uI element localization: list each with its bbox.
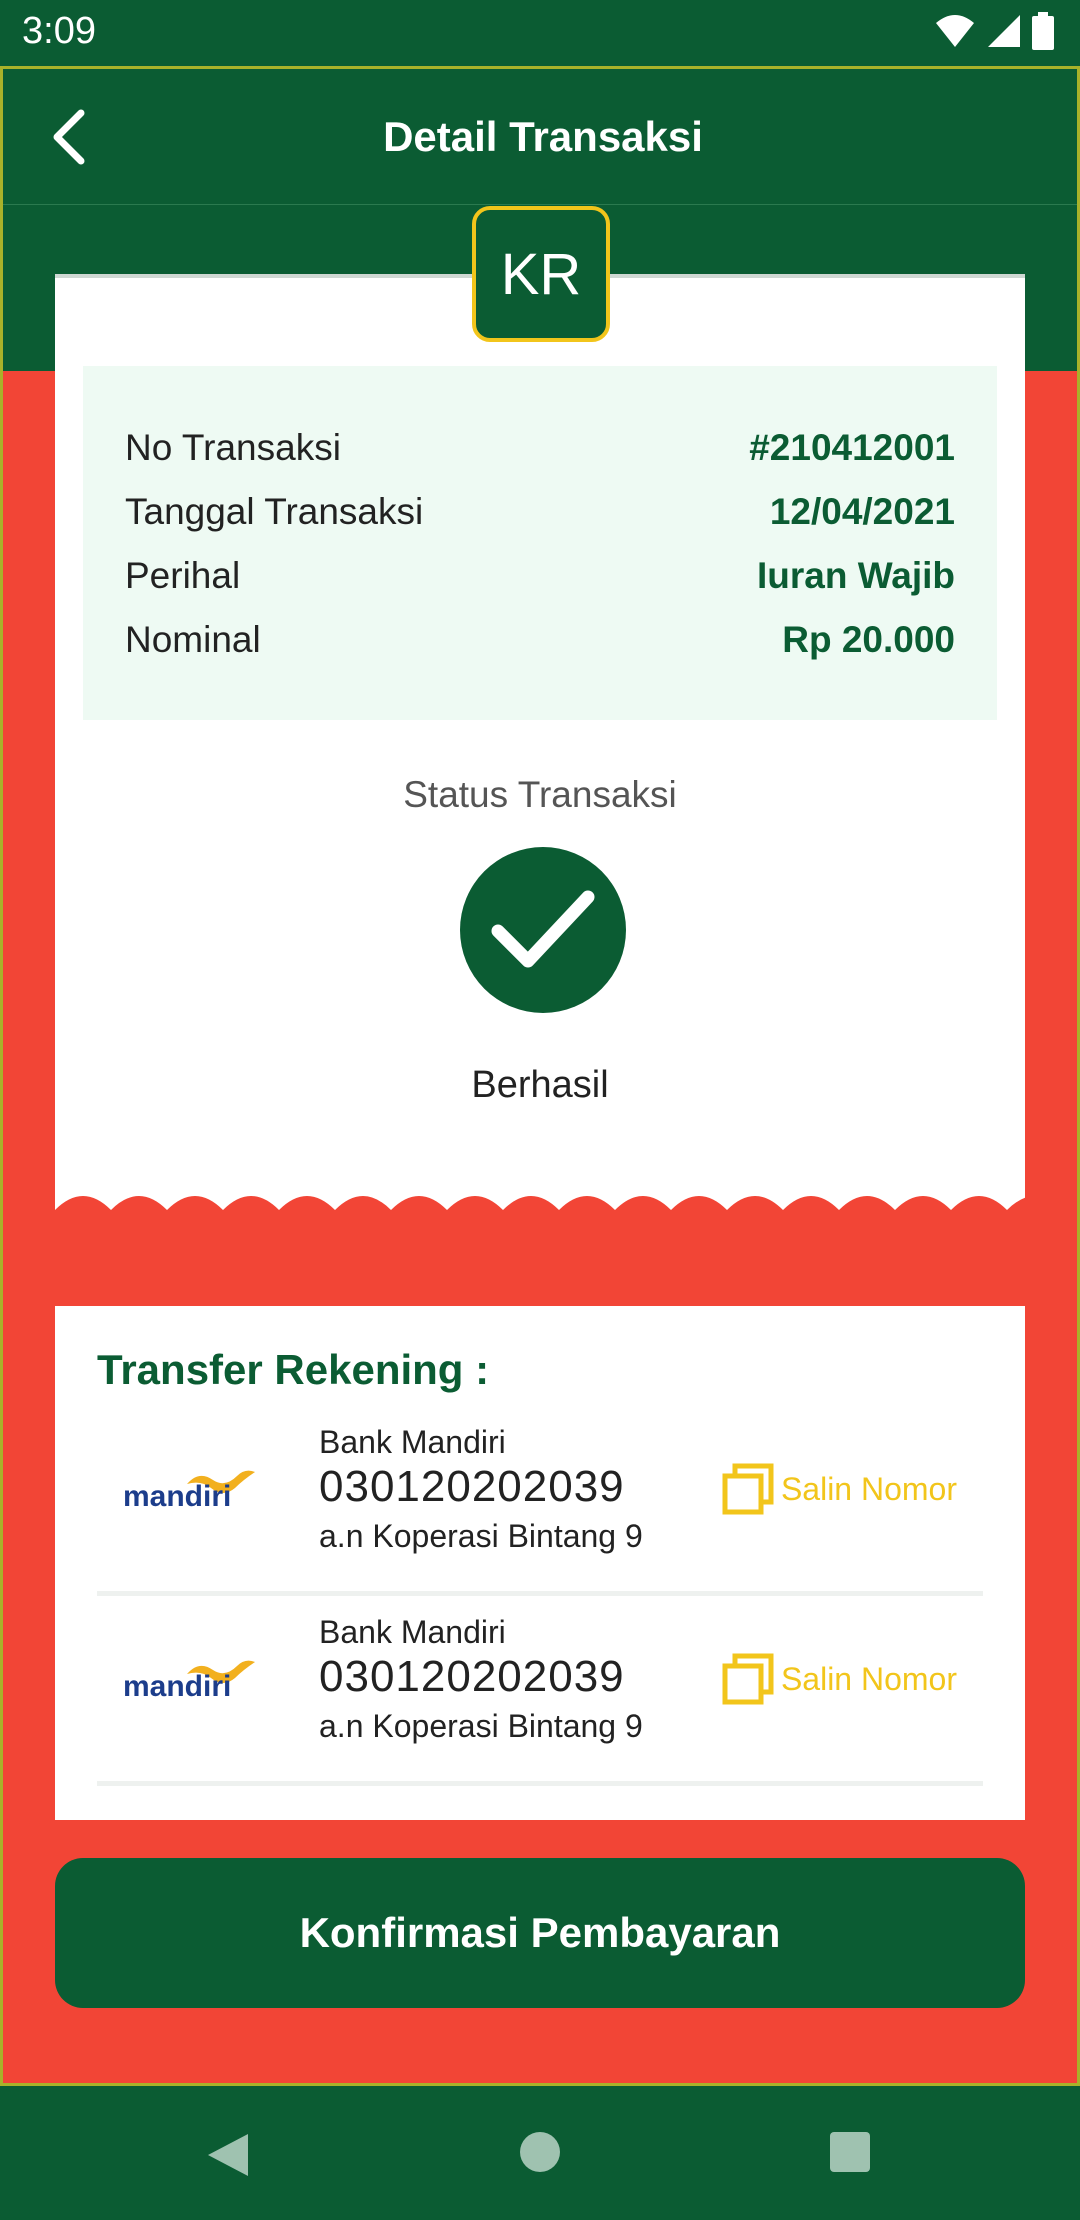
info-row-subject: Perihal Iuran Wajib bbox=[125, 544, 955, 608]
bank-name: Bank Mandiri bbox=[319, 1424, 506, 1460]
copy-label: Salin Nomor bbox=[780, 1660, 957, 1697]
signal-icon bbox=[988, 15, 1020, 47]
status-title: Status Transaksi bbox=[403, 774, 677, 815]
confirm-payment-button[interactable]: Konfirmasi Pembayaran bbox=[55, 1858, 1025, 2008]
transaction-info: No Transaksi #210412001 Tanggal Transaks… bbox=[83, 366, 997, 720]
info-row-transaction-no: No Transaksi #210412001 bbox=[125, 416, 955, 480]
info-value: Iuran Wajib bbox=[756, 555, 955, 596]
system-nav-bar bbox=[0, 2086, 1080, 2220]
transfer-title: Transfer Rekening : bbox=[97, 1346, 490, 1393]
app-frame: Detail Transaksi KR No Transaksi #210412… bbox=[0, 66, 1080, 2086]
app-bar: Detail Transaksi bbox=[3, 69, 1077, 205]
bank-name: Bank Mandiri bbox=[319, 1614, 506, 1650]
kr-badge: KR bbox=[472, 206, 610, 342]
copy-number-button[interactable]: Salin Nomor bbox=[721, 1652, 957, 1706]
info-label: Tanggal Transaksi bbox=[125, 491, 424, 532]
info-row-transaction-date: Tanggal Transaksi 12/04/2021 bbox=[125, 480, 955, 544]
info-value: #210412001 bbox=[749, 427, 955, 468]
transfer-card: Transfer Rekening : mandiri Bank Mandiri… bbox=[55, 1306, 1025, 1820]
status-text: Berhasil bbox=[471, 1064, 609, 1106]
nav-home-icon[interactable] bbox=[520, 2132, 560, 2172]
copy-icon bbox=[722, 1653, 774, 1705]
page-title: Detail Transaksi bbox=[383, 113, 703, 160]
account-owner: a.n Koperasi Bintang 9 bbox=[319, 1708, 643, 1744]
info-row-amount: Nominal Rp 20.000 bbox=[125, 608, 955, 672]
status-bar: 3:09 bbox=[0, 0, 1080, 66]
bank-account-row: mandiri Bank Mandiri 030120202039 a.n Ko… bbox=[97, 1596, 983, 1786]
info-label: Nominal bbox=[125, 619, 261, 660]
copy-number-button[interactable]: Salin Nomor bbox=[721, 1462, 957, 1516]
status-icons bbox=[934, 12, 1054, 50]
receipt-scallop-edge bbox=[55, 1196, 1025, 1234]
account-number: 030120202039 bbox=[319, 1462, 625, 1511]
account-owner: a.n Koperasi Bintang 9 bbox=[319, 1518, 643, 1554]
success-status bbox=[460, 847, 626, 1013]
account-number: 030120202039 bbox=[319, 1652, 625, 1701]
info-value: 12/04/2021 bbox=[769, 491, 955, 532]
battery-icon bbox=[1032, 12, 1054, 50]
info-value: Rp 20.000 bbox=[782, 619, 955, 660]
info-label: Perihal bbox=[125, 555, 241, 596]
status-time: 3:09 bbox=[22, 10, 96, 52]
receipt-card: No Transaksi #210412001 Tanggal Transaks… bbox=[55, 274, 1025, 1234]
wifi-icon bbox=[936, 15, 974, 47]
bank-account-row: mandiri Bank Mandiri 030120202039 a.n Ko… bbox=[97, 1406, 983, 1596]
svg-text:mandiri: mandiri bbox=[123, 1670, 231, 1703]
mandiri-logo: mandiri bbox=[123, 1470, 255, 1513]
copy-icon bbox=[722, 1463, 774, 1515]
nav-recents-icon[interactable] bbox=[830, 2132, 870, 2172]
mandiri-logo: mandiri bbox=[123, 1660, 255, 1703]
svg-text:mandiri: mandiri bbox=[123, 1480, 231, 1513]
nav-back-icon[interactable] bbox=[206, 2132, 250, 2178]
copy-label: Salin Nomor bbox=[780, 1470, 957, 1507]
info-label: No Transaksi bbox=[125, 427, 341, 468]
checkmark-icon bbox=[491, 890, 595, 968]
